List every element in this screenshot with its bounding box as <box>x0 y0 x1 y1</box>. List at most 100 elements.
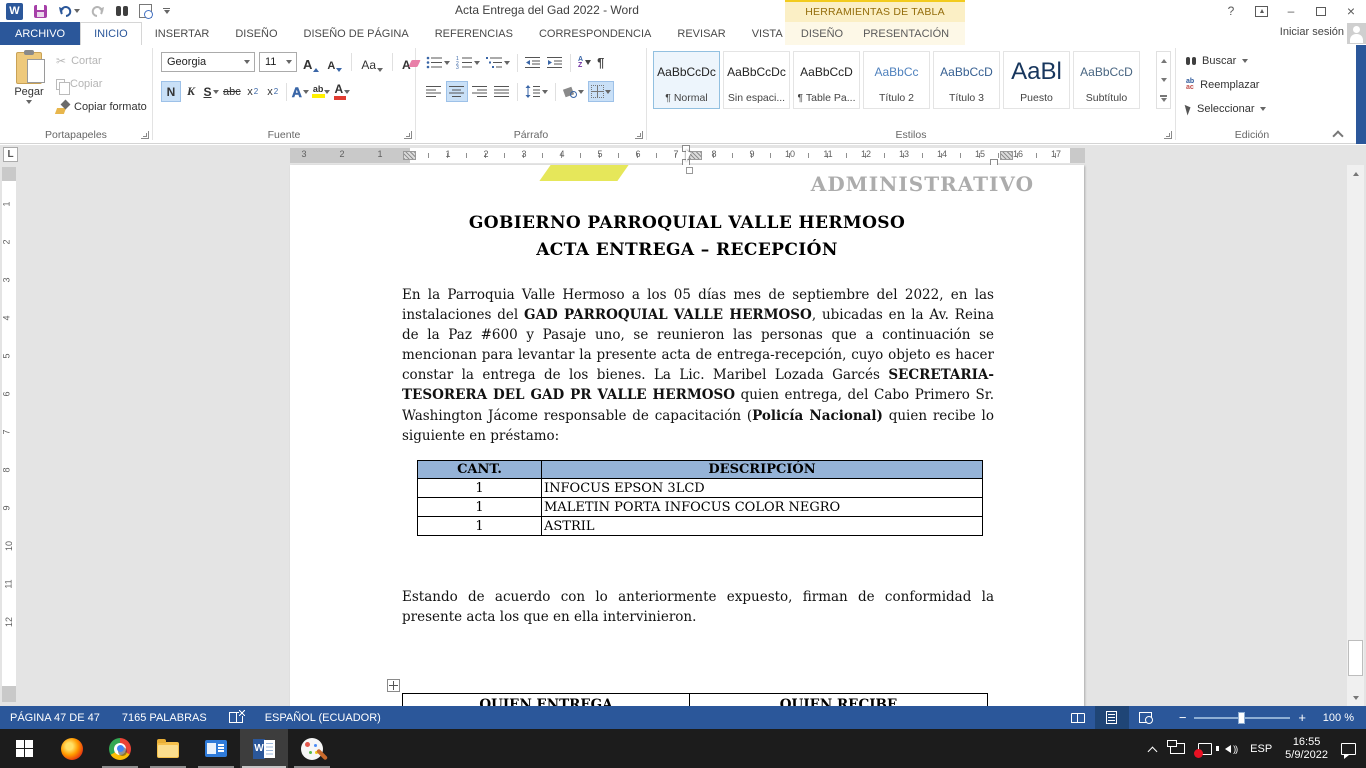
document-page[interactable]: ADMINISTRATIVO GOBIERNO PARROQUIAL VALLE… <box>290 165 1084 706</box>
styles-dialog-launcher[interactable] <box>1164 131 1172 139</box>
scroll-down-arrow[interactable] <box>1347 689 1364 706</box>
style--normal[interactable]: AaBbCcDc¶ Normal <box>653 51 720 109</box>
taskbar-management-app[interactable] <box>192 729 240 768</box>
numbering-button[interactable]: 123 <box>454 52 482 73</box>
tab-referencias[interactable]: REFERENCIAS <box>422 22 526 45</box>
action-center-icon[interactable] <box>1341 743 1356 755</box>
proofing-errors-icon[interactable] <box>229 712 243 723</box>
page-indicator[interactable]: PÁGINA 47 DE 47 <box>10 712 100 724</box>
zoom-in-button[interactable]: + <box>1298 710 1306 725</box>
borders-button[interactable] <box>588 81 614 102</box>
style-puesto[interactable]: AaBlPuesto <box>1003 51 1070 109</box>
user-avatar-icon[interactable] <box>1347 23 1366 44</box>
scroll-up-arrow[interactable] <box>1347 165 1364 182</box>
tab-correspondencia[interactable]: CORRESPONDENCIA <box>526 22 664 45</box>
zoom-slider[interactable] <box>1194 717 1290 719</box>
style-t-tulo-2[interactable]: AaBbCcTítulo 2 <box>863 51 930 109</box>
table-column-marker[interactable] <box>1000 151 1013 160</box>
tab-diseño[interactable]: DISEÑO <box>222 22 290 45</box>
superscript-button[interactable]: x2 <box>263 81 283 102</box>
language-indicator[interactable]: ESPAÑOL (ECUADOR) <box>265 712 381 724</box>
taskbar-word[interactable]: W <box>240 729 288 768</box>
find-button[interactable]: Buscar <box>1186 53 1248 69</box>
tab-revisar[interactable]: REVISAR <box>664 22 738 45</box>
close-button[interactable]: × <box>1336 0 1366 22</box>
copy-button[interactable]: Copiar <box>56 76 147 92</box>
cell-description[interactable]: INFOCUS EPSON 3LCD <box>542 479 983 498</box>
horizontal-ruler[interactable]: 3211234567891011121314151617 <box>290 148 1085 163</box>
zoom-out-button[interactable]: − <box>1179 710 1187 725</box>
tab-selector-button[interactable]: L <box>3 147 18 162</box>
strikethrough-button[interactable]: abc <box>221 81 243 102</box>
start-button[interactable] <box>0 729 48 768</box>
signature-table[interactable]: QUIEN ENTREGA QUIEN RECIBE <box>402 693 988 706</box>
line-spacing-button[interactable] <box>523 81 550 102</box>
tab-inicio[interactable]: INICIO <box>80 22 142 46</box>
sign-in-link[interactable]: Iniciar sesión <box>1280 26 1344 38</box>
contextual-tab-diseño[interactable]: DISEÑO <box>791 22 853 45</box>
multilevel-list-button[interactable] <box>484 52 512 73</box>
style-subt-tulo[interactable]: AaBbCcDSubtítulo <box>1073 51 1140 109</box>
security-alert-icon[interactable] <box>1198 743 1212 755</box>
input-language[interactable]: ESP <box>1250 743 1272 755</box>
restore-button[interactable] <box>1306 0 1336 22</box>
cell-quantity[interactable]: 1 <box>418 517 542 536</box>
text-effects-button[interactable]: A <box>290 81 311 102</box>
font-size-select[interactable]: 11 <box>259 52 297 72</box>
select-button[interactable]: Seleccionar <box>1186 101 1266 117</box>
print-layout-button[interactable] <box>1095 706 1129 729</box>
tray-expand-icon[interactable] <box>1149 745 1157 753</box>
decrease-indent-button[interactable] <box>523 52 543 73</box>
object-anchor-handle[interactable] <box>686 167 693 174</box>
clear-formatting-button[interactable]: A <box>400 52 413 72</box>
replace-button[interactable]: abacReemplazar <box>1186 77 1259 93</box>
cell-quantity[interactable]: 1 <box>418 498 542 517</box>
taskbar-chrome[interactable] <box>96 729 144 768</box>
grow-font-button[interactable]: A <box>301 52 321 72</box>
justify-button[interactable] <box>492 81 512 102</box>
find-icon[interactable] <box>116 6 128 16</box>
show-marks-button[interactable]: ¶ <box>595 52 606 73</box>
align-right-button[interactable] <box>470 81 490 102</box>
print-preview-icon[interactable] <box>139 4 152 18</box>
cut-button[interactable]: ✂Cortar <box>56 53 147 69</box>
font-color-button[interactable]: A <box>332 81 352 102</box>
change-case-button[interactable]: Aa <box>359 52 385 72</box>
cell-quantity[interactable]: 1 <box>418 479 542 498</box>
bullets-button[interactable] <box>424 52 452 73</box>
items-table[interactable]: CANT.DESCRIPCIÓN1INFOCUS EPSON 3LCD1MALE… <box>417 460 983 536</box>
clock[interactable]: 16:555/9/2022 <box>1285 736 1328 762</box>
style-sin-espaci-[interactable]: AaBbCcDcSin espaci... <box>723 51 790 109</box>
vertical-scrollbar[interactable] <box>1347 165 1364 706</box>
shrink-font-button[interactable]: A <box>325 52 344 72</box>
collapse-ribbon-button[interactable] <box>1334 129 1342 137</box>
undo-button[interactable] <box>58 5 80 17</box>
bold-button[interactable]: N <box>161 81 181 102</box>
highlight-button[interactable]: ab <box>311 81 333 102</box>
read-mode-button[interactable] <box>1061 706 1095 729</box>
increase-indent-button[interactable] <box>545 52 565 73</box>
styles-scroll-up[interactable] <box>1157 52 1170 71</box>
sort-button[interactable]: AZ <box>576 52 593 73</box>
font-family-select[interactable]: Georgia <box>161 52 255 72</box>
taskbar-file-explorer[interactable] <box>144 729 192 768</box>
font-dialog-launcher[interactable] <box>404 131 412 139</box>
cell-description[interactable]: ASTRIL <box>542 517 983 536</box>
closing-paragraph[interactable]: Estando de acuerdo con lo anteriormente … <box>402 587 994 627</box>
body-paragraph[interactable]: En la Parroquia Valle Hermoso a los 05 d… <box>402 285 994 446</box>
scrollbar-thumb[interactable] <box>1348 640 1363 676</box>
clipboard-dialog-launcher[interactable] <box>141 131 149 139</box>
zoom-slider-thumb[interactable] <box>1238 712 1245 724</box>
paste-button[interactable]: Pegar <box>6 50 52 126</box>
taskbar-firefox[interactable] <box>48 729 96 768</box>
contextual-tab-presentación[interactable]: PRESENTACIÓN <box>853 22 959 45</box>
italic-button[interactable]: K <box>181 81 201 102</box>
customize-qat-icon[interactable] <box>163 8 170 15</box>
taskbar-paint[interactable] <box>288 729 336 768</box>
styles-scroll-down[interactable] <box>1157 71 1170 90</box>
redo-icon[interactable] <box>91 5 105 17</box>
style-t-tulo-3[interactable]: AaBbCcDTítulo 3 <box>933 51 1000 109</box>
paragraph-dialog-launcher[interactable] <box>635 131 643 139</box>
cell-description[interactable]: MALETIN PORTA INFOCUS COLOR NEGRO <box>542 498 983 517</box>
styles-more-button[interactable] <box>1157 89 1170 108</box>
